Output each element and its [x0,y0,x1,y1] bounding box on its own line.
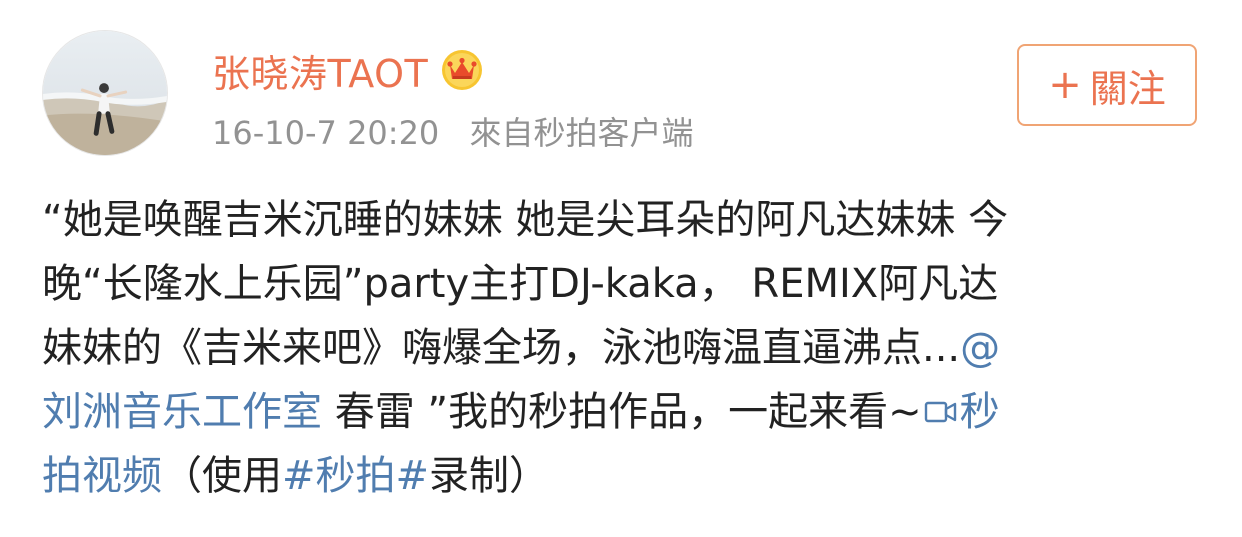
post-text: “她是唤醒吉米沉睡的妹妹 她是尖耳朵的阿凡达妹妹 今 晚“长隆水上乐园”part… [42,188,1202,508]
username-row: 张晓涛TAOT [212,44,484,96]
username[interactable]: 张晓涛TAOT [212,43,428,98]
post-text-segment: 妹妹的《吉米来吧》嗨爆全场，泳池嗨温直逼沸点... [42,325,961,371]
post-source: 來自秒拍客户端 [469,114,694,152]
post-text-line: 妹妹的《吉米来吧》嗨爆全场，泳池嗨温直逼沸点...@ [42,316,1202,380]
post-text-line: 拍视频（使用#秒拍#录制） [42,444,1202,508]
video-link-text: 秒 [959,389,1000,435]
post-meta: 16-10-7 20:20 來自秒拍客户端 [212,108,693,154]
post-text-line: 晚“长隆水上乐园”party主打DJ-kaka， REMIX阿凡达 [42,252,1202,316]
post-text-line: 刘洲音乐工作室 春雷 ”我的秒拍作品，一起来看~ 秒 [42,380,1202,444]
post-text-segment: （使用 [162,453,282,499]
follow-button-label: 關注 [1089,66,1166,111]
video-link[interactable]: 秒 [922,389,1000,435]
weibo-post-card: 张晓涛TAOT 16-10-7 20:20 來自秒拍客户端 + 關注 “她是唤醒… [0,0,1242,537]
avatar-image [43,31,167,155]
hashtag-link[interactable]: #秒拍# [282,453,429,499]
mention-link[interactable]: 刘洲音乐工作室 [42,389,322,435]
avatar[interactable] [42,30,168,156]
vip-crown-icon[interactable] [440,48,484,92]
video-link-text-continued[interactable]: 拍视频 [42,453,162,499]
post-text-segment: 录制） [429,453,550,499]
post-text-segment: 晚“长隆水上乐园”party主打DJ-kaka， REMIX阿凡达 [42,261,999,307]
post-text-segment: “她是唤醒吉米沉睡的妹妹 她是尖耳朵的阿凡达妹妹 今 [42,197,1009,243]
post-time: 16-10-7 20:20 [212,114,440,152]
plus-icon: + [1048,62,1082,108]
post-text-segment: 春雷 ”我的秒拍作品，一起来看~ [322,389,922,435]
follow-button[interactable]: + 關注 [1017,44,1197,126]
video-camera-icon [924,397,958,427]
post-text-line: “她是唤醒吉米沉睡的妹妹 她是尖耳朵的阿凡达妹妹 今 [42,188,1202,252]
mention-link-at[interactable]: @ [960,325,1000,371]
